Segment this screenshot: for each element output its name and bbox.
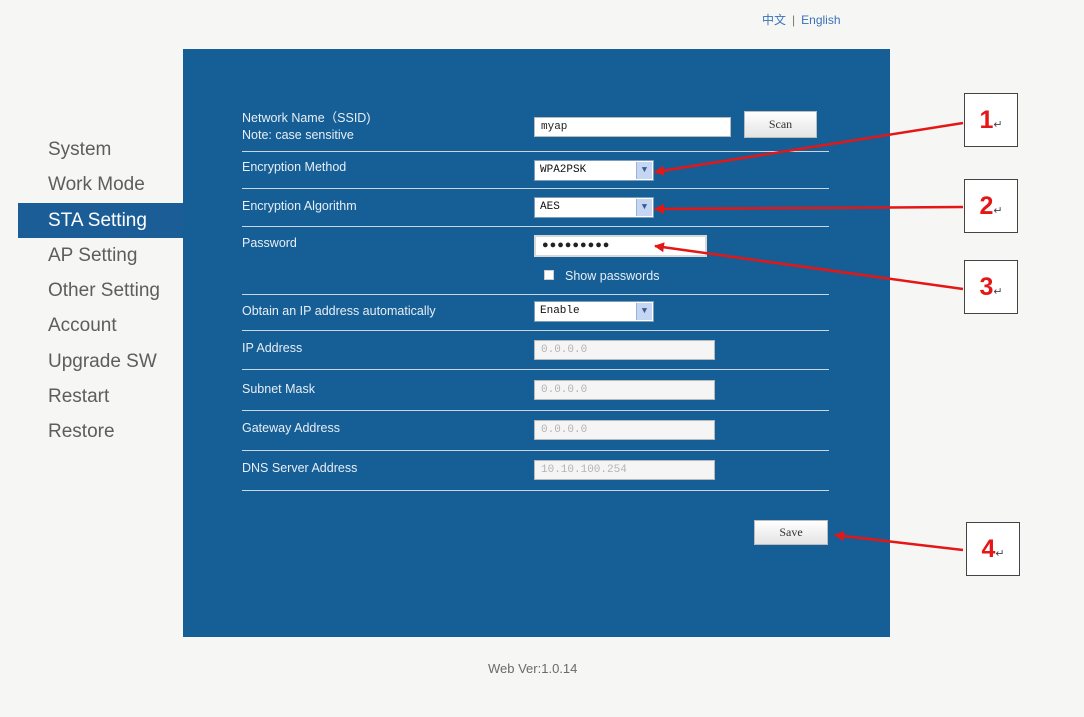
return-icon: ↵ [993,119,1003,131]
arrow-left-icon [654,203,964,214]
return-icon: ↵ [995,548,1005,560]
callout-number: 2 [979,192,994,220]
return-icon: ↵ [993,286,1003,298]
callout-number: 4 [981,535,996,563]
callout-box-1: 1↵ [964,93,1018,147]
return-icon: ↵ [993,205,1003,217]
callout-number: 1 [979,106,994,134]
annotation-arrows [654,121,964,552]
callout-number: 3 [979,273,994,301]
arrow-left-icon [654,242,964,291]
callout-box-3: 3↵ [964,260,1018,314]
callout-box-2: 2↵ [964,179,1018,233]
callout-box-4: 4↵ [966,522,1020,576]
arrow-left-icon [834,531,964,552]
arrow-left-icon [654,121,964,176]
